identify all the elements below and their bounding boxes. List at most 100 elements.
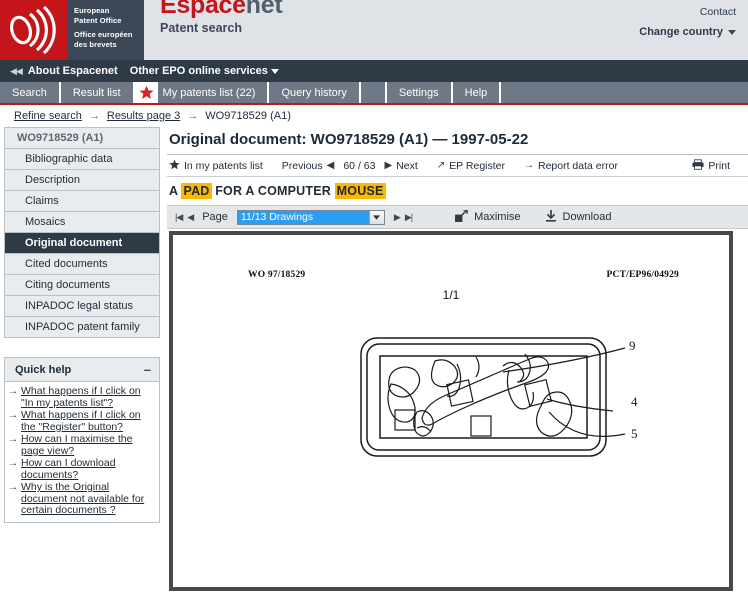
quick-help-links: → What happens if I click on "In my pate… bbox=[5, 382, 159, 522]
tab-my-patents-list-label: My patents list (22) bbox=[162, 86, 256, 99]
brand-title: Espacenet bbox=[160, 0, 283, 20]
sidebar-item-inpadoc-patent-family[interactable]: INPADOC patent family bbox=[5, 317, 159, 338]
header-links: Contact Change country bbox=[639, 6, 736, 46]
in-my-patents-list-label: In my patents list bbox=[184, 159, 263, 172]
printer-icon bbox=[692, 158, 704, 173]
breadcrumb-arrow-icon: → bbox=[88, 110, 100, 122]
report-data-error-link[interactable]: → Report data error bbox=[524, 160, 627, 172]
tab-help[interactable]: Help bbox=[452, 82, 502, 103]
breadcrumb: Refine search → Results page 3 → WO97185… bbox=[0, 105, 748, 127]
content-area: Original document: WO9718529 (A1) — 1997… bbox=[160, 127, 748, 598]
logo-line-1: European bbox=[74, 6, 110, 15]
next-page-button[interactable]: ▶ Next bbox=[384, 160, 426, 172]
star-icon bbox=[169, 159, 180, 173]
brand-subtitle: Patent search bbox=[160, 21, 242, 35]
ep-register-label: EP Register bbox=[449, 159, 505, 172]
ref-number-9: 9 bbox=[629, 338, 636, 353]
list-item[interactable]: → How can I download documents? bbox=[8, 457, 155, 481]
contact-link[interactable]: Contact bbox=[639, 6, 736, 18]
top-navigation-bar: ◀◀ About Espacenet Other EPO online serv… bbox=[0, 60, 748, 82]
page-select-label: Page bbox=[202, 211, 228, 223]
in-my-patents-list-button[interactable]: In my patents list bbox=[169, 159, 272, 173]
patent-page-header: WO 97/18529 PCT/EP96/04929 bbox=[173, 235, 729, 280]
tab-search[interactable]: Search bbox=[0, 82, 61, 103]
invention-title: A PAD FOR A COMPUTER MOUSE bbox=[167, 177, 748, 205]
collapse-icon[interactable]: – bbox=[144, 362, 151, 377]
page-select-value: 11/13 Drawings bbox=[237, 210, 369, 224]
download-button[interactable]: Download bbox=[545, 209, 611, 225]
quick-help-panel: Quick help – → What happens if I click o… bbox=[4, 357, 160, 523]
breadcrumb-results-page[interactable]: Results page 3 bbox=[107, 110, 180, 122]
quick-help-link[interactable]: How can I maximise the page view? bbox=[21, 433, 155, 457]
arrow-right-icon: → bbox=[8, 458, 18, 469]
page-counter: 60 / 63 bbox=[343, 160, 384, 172]
document-image-viewer[interactable]: WO 97/18529 PCT/EP96/04929 1/1 9 4 5 bbox=[169, 231, 733, 591]
tab-gap bbox=[360, 82, 387, 103]
list-item[interactable]: → What happens if I click on the "Regist… bbox=[8, 409, 155, 433]
breadcrumb-arrow-icon: → bbox=[187, 110, 199, 122]
brand-title-part2: net bbox=[245, 0, 283, 19]
quick-help-link[interactable]: How can I download documents? bbox=[21, 457, 155, 481]
last-page-button[interactable]: ▶| bbox=[405, 212, 413, 223]
page-select-dropdown[interactable]: 11/13 Drawings bbox=[236, 209, 385, 225]
first-page-button[interactable]: |◀ bbox=[175, 212, 183, 223]
report-data-error-label: Report data error bbox=[538, 159, 618, 172]
breadcrumb-refine-search[interactable]: Refine search bbox=[14, 110, 82, 122]
previous-page-arrow-button[interactable]: ◀ bbox=[187, 212, 194, 223]
quick-help-link[interactable]: What happens if I click on the "Register… bbox=[21, 409, 155, 433]
epo-logo-mark bbox=[0, 0, 68, 60]
triangle-right-icon: ▶ bbox=[384, 160, 393, 171]
quick-help-header: Quick help – bbox=[5, 358, 159, 382]
nav-other-epo-services-label: Other EPO online services bbox=[129, 65, 268, 77]
sidebar-item-original-document[interactable]: Original document bbox=[5, 233, 159, 254]
main-tab-bar: Search Result list My patents list (22) … bbox=[0, 82, 748, 105]
triangle-left-icon: ◀ bbox=[326, 160, 335, 171]
sidebar-item-bibliographic-data[interactable]: Bibliographic data bbox=[5, 149, 159, 170]
print-button[interactable]: Print bbox=[692, 158, 748, 173]
pct-number: PCT/EP96/04929 bbox=[606, 270, 679, 280]
sidebar-doc-header: WO9718529 (A1) bbox=[5, 128, 159, 149]
sidebar-item-citing-documents[interactable]: Citing documents bbox=[5, 275, 159, 296]
quick-help-link[interactable]: What happens if I click on "In my patent… bbox=[21, 385, 155, 409]
arrow-right-icon: → bbox=[8, 410, 18, 421]
tab-query-history[interactable]: Query history bbox=[269, 82, 361, 103]
sidebar-item-cited-documents[interactable]: Cited documents bbox=[5, 254, 159, 275]
arrow-right-icon: → bbox=[8, 482, 18, 493]
tab-settings[interactable]: Settings bbox=[386, 82, 453, 103]
ep-register-link[interactable]: ↗ EP Register bbox=[437, 160, 514, 172]
quick-help-link[interactable]: Why is the Original document not availab… bbox=[21, 481, 155, 517]
maximise-button[interactable]: Maximise bbox=[455, 208, 521, 225]
arrow-right-icon: → bbox=[8, 386, 18, 397]
search-term-highlight-pad: PAD bbox=[181, 183, 212, 199]
tab-result-list[interactable]: Result list bbox=[60, 82, 135, 103]
maximise-icon bbox=[455, 208, 468, 225]
tab-bar-filler bbox=[501, 82, 748, 103]
previous-page-button[interactable]: Previous ◀ bbox=[282, 160, 344, 172]
tab-my-patents-list[interactable]: My patents list (22) bbox=[134, 82, 270, 103]
search-term-highlight-mouse: MOUSE bbox=[334, 183, 386, 199]
sidebar-item-claims[interactable]: Claims bbox=[5, 191, 159, 212]
maximise-label: Maximise bbox=[474, 211, 521, 223]
chevron-down-icon bbox=[728, 29, 736, 35]
nav-about-espacenet[interactable]: About Espacenet bbox=[28, 65, 118, 77]
nav-other-epo-services[interactable]: Other EPO online services bbox=[130, 65, 279, 77]
list-item[interactable]: → What happens if I click on "In my pate… bbox=[8, 385, 155, 409]
sidebar-item-inpadoc-legal-status[interactable]: INPADOC legal status bbox=[5, 296, 159, 317]
site-header: European Patent Office Office européen d… bbox=[0, 0, 748, 60]
page-navigation-toolbar: |◀ ◀ Page 11/13 Drawings ▶ ▶| Maximise D… bbox=[167, 205, 748, 229]
change-country-dropdown[interactable]: Change country bbox=[639, 26, 736, 38]
patent-drawing: 9 4 5 Fig.1 bbox=[173, 306, 729, 587]
next-page-arrow-button[interactable]: ▶ bbox=[394, 212, 401, 223]
invention-title-middle: FOR A COMPUTER bbox=[215, 184, 331, 198]
external-link-icon: ↗ bbox=[436, 160, 446, 171]
ref-number-5: 5 bbox=[631, 426, 638, 441]
previous-label: Previous bbox=[281, 159, 323, 172]
logo-line-3: Office européen bbox=[74, 30, 133, 39]
sidebar-item-description[interactable]: Description bbox=[5, 170, 159, 191]
list-item[interactable]: → How can I maximise the page view? bbox=[8, 433, 155, 457]
sidebar-item-mosaics[interactable]: Mosaics bbox=[5, 212, 159, 233]
list-item[interactable]: → Why is the Original document not avail… bbox=[8, 481, 155, 517]
download-icon bbox=[545, 209, 557, 225]
invention-title-before: A bbox=[169, 184, 178, 198]
page-counter-label: 60 / 63 bbox=[343, 159, 376, 172]
